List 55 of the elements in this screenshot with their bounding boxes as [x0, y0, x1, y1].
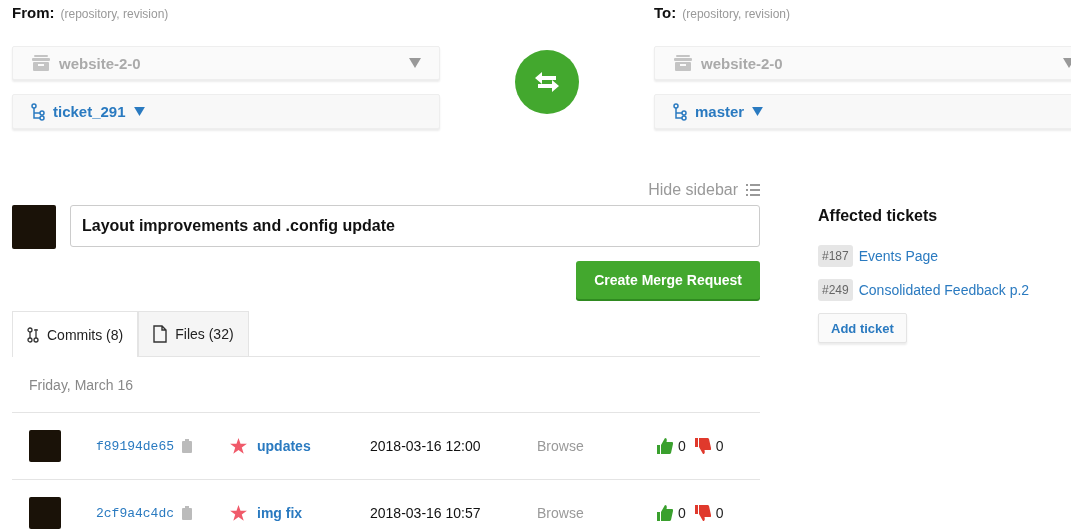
ticket-number-tag: #249 [818, 279, 853, 301]
thumbs-up-icon[interactable] [657, 438, 673, 454]
branch-icon [673, 102, 687, 121]
branch-select[interactable]: master [654, 94, 1071, 129]
thumbs-up-icon[interactable] [657, 505, 673, 521]
commit-message-link[interactable]: updates [257, 438, 370, 454]
side-hint: (repository, revision) [682, 7, 791, 21]
sidebar-title: Affected tickets [818, 207, 939, 225]
like-count: 0 [678, 505, 686, 521]
tab[interactable]: Commits (8) [12, 311, 139, 357]
caret-icon [133, 107, 145, 116]
side-label: From: [12, 4, 55, 21]
dislike-count: 0 [715, 505, 724, 521]
commits-icon [27, 326, 39, 343]
repository-name: website-2-0 [59, 54, 142, 72]
side-label: To: [654, 4, 677, 21]
clipboard-icon[interactable] [182, 506, 192, 520]
like-count: 0 [678, 438, 686, 454]
branch-name: ticket_291 [53, 103, 126, 120]
side-hint: (repository, revision) [60, 7, 169, 21]
ticket-link[interactable]: Events Page [858, 248, 939, 264]
browse-link[interactable]: Browse [537, 505, 657, 521]
browse-link[interactable]: Browse [537, 438, 657, 454]
caret-icon [752, 107, 764, 116]
file-icon [153, 325, 168, 343]
hide-sidebar-button[interactable]: Hide sidebar [648, 181, 760, 199]
clipboard-icon[interactable] [182, 439, 192, 453]
dislike-count: 0 [715, 438, 724, 454]
avatar-photo-placeholder [12, 205, 56, 249]
ticket-number-tag: #187 [818, 245, 853, 267]
commit-hash-link[interactable]: 2cf9a4c4dc [96, 505, 174, 521]
star-icon [230, 505, 247, 521]
repository-name: website-2-0 [701, 54, 784, 72]
branch-icon [31, 102, 45, 121]
star-icon [230, 438, 247, 454]
add-ticket-button[interactable]: Add ticket [818, 313, 907, 343]
caret-icon [409, 58, 421, 68]
commit-date: 2018-03-16 10:57 [370, 505, 482, 521]
title-input-field[interactable]: Layout improvements and .config update [70, 205, 760, 247]
create-merge-request-button[interactable]: Create Merge Request [576, 261, 760, 299]
branch-name: master [695, 103, 745, 120]
commit-message-link[interactable]: img fix [257, 505, 370, 521]
thumbs-down-icon[interactable] [694, 438, 711, 454]
archive-icon [673, 55, 693, 71]
archive-icon [31, 55, 51, 71]
branch-select[interactable]: ticket_291 [12, 94, 440, 129]
date-heading: Friday, March 16 [12, 357, 760, 413]
avatar-photo-placeholder [29, 430, 61, 462]
ticket-link[interactable]: Consolidated Feedback p.2 [858, 282, 1030, 298]
thumbs-down-icon[interactable] [694, 505, 711, 521]
list-icon [746, 184, 760, 196]
commit-date: 2018-03-16 12:00 [370, 438, 482, 454]
avatar-photo-placeholder [29, 497, 61, 529]
tab[interactable]: Files (32) [138, 311, 249, 356]
commit-hash-link[interactable]: f89194de65 [96, 438, 174, 454]
